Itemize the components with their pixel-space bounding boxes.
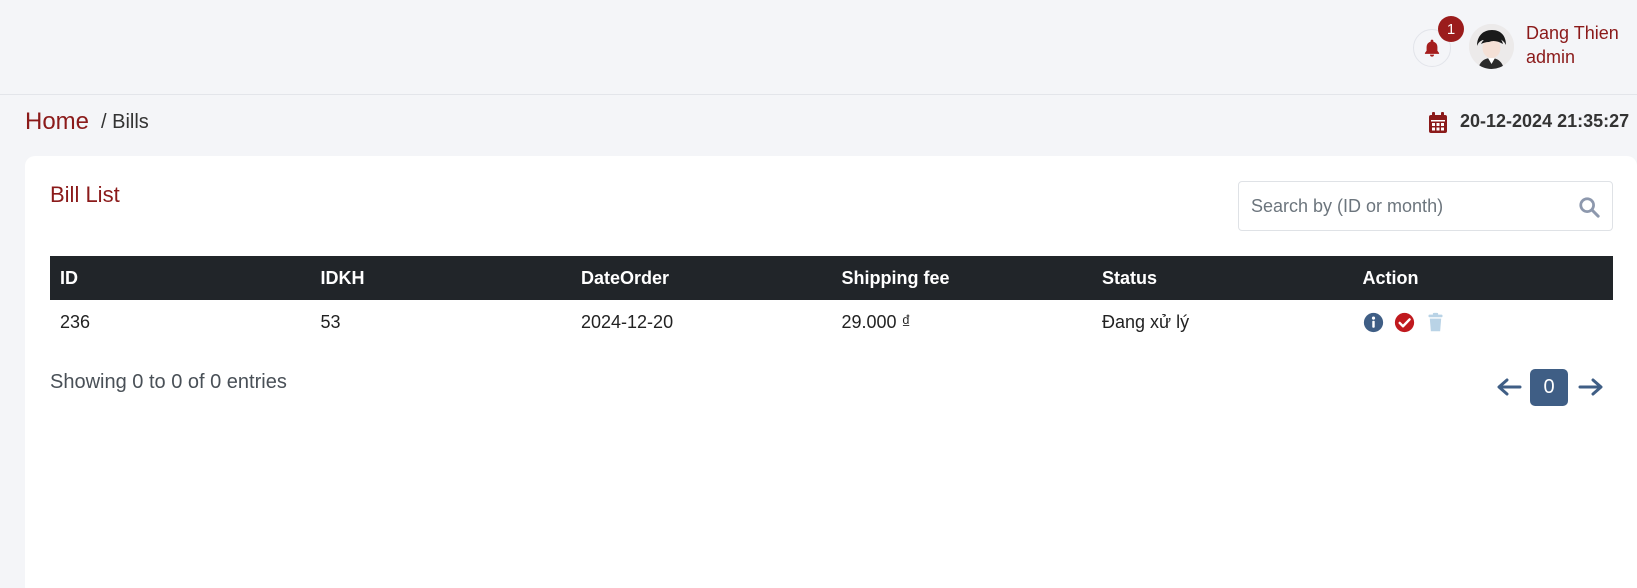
table-row: 236 53 2024-12-20 29.000 ₫ Đang xử lý bbox=[50, 300, 1613, 345]
user-name[interactable]: Dang Thien bbox=[1526, 23, 1619, 44]
entries-summary: Showing 0 to 0 of 0 entries bbox=[50, 371, 287, 393]
cell-action bbox=[1353, 312, 1614, 333]
search-icon[interactable] bbox=[1578, 196, 1600, 218]
header-action: Action bbox=[1362, 267, 1419, 288]
header-shipping-fee: Shipping fee bbox=[841, 267, 950, 288]
header-id: ID bbox=[60, 267, 78, 288]
current-datetime: 20-12-2024 21:35:27 bbox=[1460, 111, 1630, 131]
pagination-current-page[interactable]: 0 bbox=[1530, 369, 1568, 406]
search-input[interactable] bbox=[1251, 182, 1571, 230]
cell-idkh: 53 bbox=[320, 312, 341, 332]
breadcrumb-home-link[interactable]: Home bbox=[25, 108, 89, 136]
table-header: ID IDKH DateOrder Shipping fee Status Ac… bbox=[50, 256, 1613, 300]
search-box bbox=[1238, 181, 1613, 231]
user-role: admin bbox=[1526, 47, 1576, 67]
arrow-left-icon[interactable] bbox=[1496, 377, 1522, 397]
avatar[interactable] bbox=[1469, 24, 1514, 69]
bills-table: ID IDKH DateOrder Shipping fee Status Ac… bbox=[50, 256, 1613, 345]
cell-dateorder: 2024-12-20 bbox=[581, 312, 674, 332]
card-title: Bill List bbox=[50, 182, 120, 207]
header-status: Status bbox=[1102, 267, 1158, 288]
bell-icon bbox=[1424, 39, 1440, 57]
header-idkh: IDKH bbox=[320, 267, 365, 288]
arrow-right-icon[interactable] bbox=[1578, 377, 1604, 397]
cell-shipping-fee: 29.000 ₫ bbox=[841, 312, 911, 332]
header-dateorder: DateOrder bbox=[581, 267, 670, 288]
cell-id: 236 bbox=[60, 312, 91, 332]
cell-status: Đang xử lý bbox=[1102, 312, 1190, 332]
calendar-icon bbox=[1429, 112, 1447, 133]
notification-badge: 1 bbox=[1438, 16, 1464, 42]
avatar-image bbox=[1469, 24, 1514, 69]
trash-icon[interactable] bbox=[1425, 312, 1446, 333]
top-header bbox=[0, 0, 1637, 95]
breadcrumb-current: / Bills bbox=[101, 111, 149, 133]
approve-check-icon[interactable] bbox=[1394, 312, 1415, 333]
info-icon[interactable] bbox=[1363, 312, 1384, 333]
